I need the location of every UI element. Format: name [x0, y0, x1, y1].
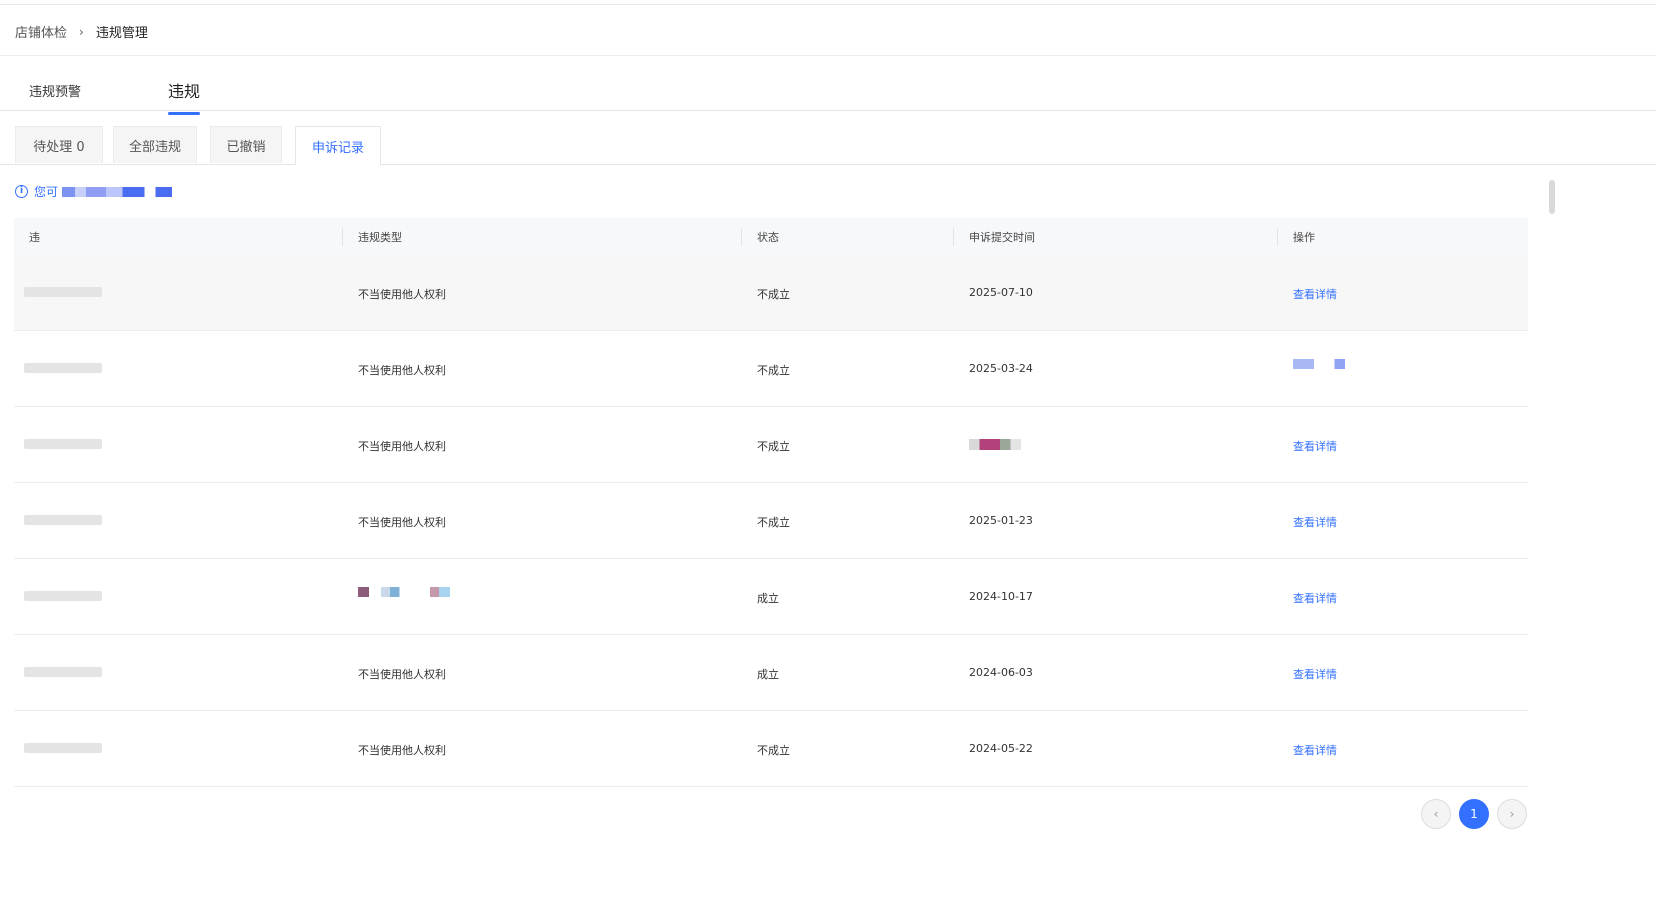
- page-1-button[interactable]: 1: [1459, 799, 1489, 829]
- notice-bar: i 您可: [15, 183, 173, 200]
- view-details-link[interactable]: 查看详情: [1293, 514, 1337, 530]
- status: 成立: [757, 592, 779, 605]
- header-divider: [953, 228, 954, 246]
- table-row: 不当使用他人权利 不成立 2025-01-23 查看详情: [14, 483, 1528, 559]
- redacted-id: [24, 743, 102, 753]
- view-details-link[interactable]: 查看详情: [1293, 742, 1337, 758]
- status: 不成立: [757, 516, 790, 529]
- redacted-id: [24, 591, 102, 601]
- redacted-mosaic: [62, 186, 173, 197]
- main-tabs: 违规预警 违规: [0, 70, 1656, 115]
- header-divider: [741, 228, 742, 246]
- status: 不成立: [757, 440, 790, 453]
- header-violation-type: 违规类型: [358, 231, 402, 244]
- status: 不成立: [757, 364, 790, 377]
- submit-time: 2025-03-24: [969, 362, 1033, 375]
- redacted-action[interactable]: [1293, 359, 1345, 369]
- header-divider: [342, 228, 343, 246]
- redacted-type: [358, 587, 450, 597]
- subtab-pending[interactable]: 待处理 0: [15, 126, 103, 163]
- violation-type: 不当使用他人权利: [358, 440, 446, 453]
- info-icon: i: [15, 185, 28, 198]
- redacted-time: [969, 439, 1021, 450]
- subtab-revoked[interactable]: 已撤销: [210, 126, 282, 163]
- view-details-link[interactable]: 查看详情: [1293, 438, 1337, 454]
- pagination: ‹ 1 ›: [1421, 799, 1527, 829]
- table-row: 不当使用他人权利 不成立 查看详情: [14, 407, 1528, 483]
- header-status: 状态: [757, 231, 779, 244]
- violation-type: 不当使用他人权利: [358, 744, 446, 757]
- submit-time: 2024-05-22: [969, 742, 1033, 755]
- breadcrumb-parent[interactable]: 店铺体检: [15, 22, 67, 41]
- subtab-appeal-records[interactable]: 申诉记录: [295, 126, 381, 165]
- breadcrumb-divider: [0, 55, 1656, 56]
- header-divider: [1277, 228, 1278, 246]
- notice-text: 您可: [34, 185, 59, 199]
- table-header: 违 违规类型 状态 申诉提交时间 操作: [14, 218, 1528, 255]
- view-details-link[interactable]: 查看详情: [1293, 590, 1337, 606]
- submit-time: 2025-07-10: [969, 286, 1033, 299]
- subtab-all-violations[interactable]: 全部违规: [113, 126, 197, 163]
- vertical-scrollbar[interactable]: [1548, 110, 1556, 830]
- tab-violation[interactable]: 违规: [168, 78, 201, 115]
- next-page-button[interactable]: ›: [1497, 799, 1527, 829]
- table-row: 不当使用他人权利 不成立 2024-05-22 查看详情: [14, 711, 1528, 787]
- submit-time: 2024-06-03: [969, 666, 1033, 679]
- breadcrumb-current: 违规管理: [95, 26, 148, 41]
- header-submit-time: 申诉提交时间: [969, 231, 1035, 244]
- scrollbar-thumb[interactable]: [1549, 180, 1555, 214]
- prev-page-button[interactable]: ‹: [1421, 799, 1451, 829]
- breadcrumb: 店铺体检 › 违规管理: [15, 22, 148, 42]
- violation-type: 不当使用他人权利: [358, 516, 446, 529]
- violation-type: 不当使用他人权利: [358, 668, 446, 681]
- redacted-id: [24, 515, 102, 525]
- header-violation-id: 违: [29, 231, 40, 244]
- table-row: 成立 2024-10-17 查看详情: [14, 559, 1528, 635]
- view-details-link[interactable]: 查看详情: [1293, 666, 1337, 682]
- submit-time: 2025-01-23: [969, 514, 1033, 527]
- status: 成立: [757, 668, 779, 681]
- submit-time: 2024-10-17: [969, 590, 1033, 603]
- redacted-id: [24, 363, 102, 373]
- breadcrumb-separator-icon: ›: [79, 24, 84, 39]
- header-action: 操作: [1293, 231, 1315, 244]
- table-row: 不当使用他人权利 不成立 2025-03-24: [14, 331, 1528, 407]
- view-details-link[interactable]: 查看详情: [1293, 286, 1337, 302]
- table-row: 不当使用他人权利 成立 2024-06-03 查看详情: [14, 635, 1528, 711]
- tab-violation-warning[interactable]: 违规预警: [29, 81, 81, 100]
- redacted-id: [24, 287, 102, 297]
- status: 不成立: [757, 744, 790, 757]
- redacted-id: [24, 667, 102, 677]
- sub-tabs: 待处理 0 全部违规 已撤销 申诉记录: [0, 126, 1656, 165]
- top-border: [0, 0, 1656, 5]
- violation-type: 不当使用他人权利: [358, 288, 446, 301]
- violation-type: 不当使用他人权利: [358, 364, 446, 377]
- status: 不成立: [757, 288, 790, 301]
- appeal-records-table: 违 违规类型 状态 申诉提交时间 操作 不当使用他人权利 不成立 2025-07…: [14, 218, 1528, 787]
- redacted-id: [24, 439, 102, 449]
- table-row: 不当使用他人权利 不成立 2025-07-10 查看详情: [14, 255, 1528, 331]
